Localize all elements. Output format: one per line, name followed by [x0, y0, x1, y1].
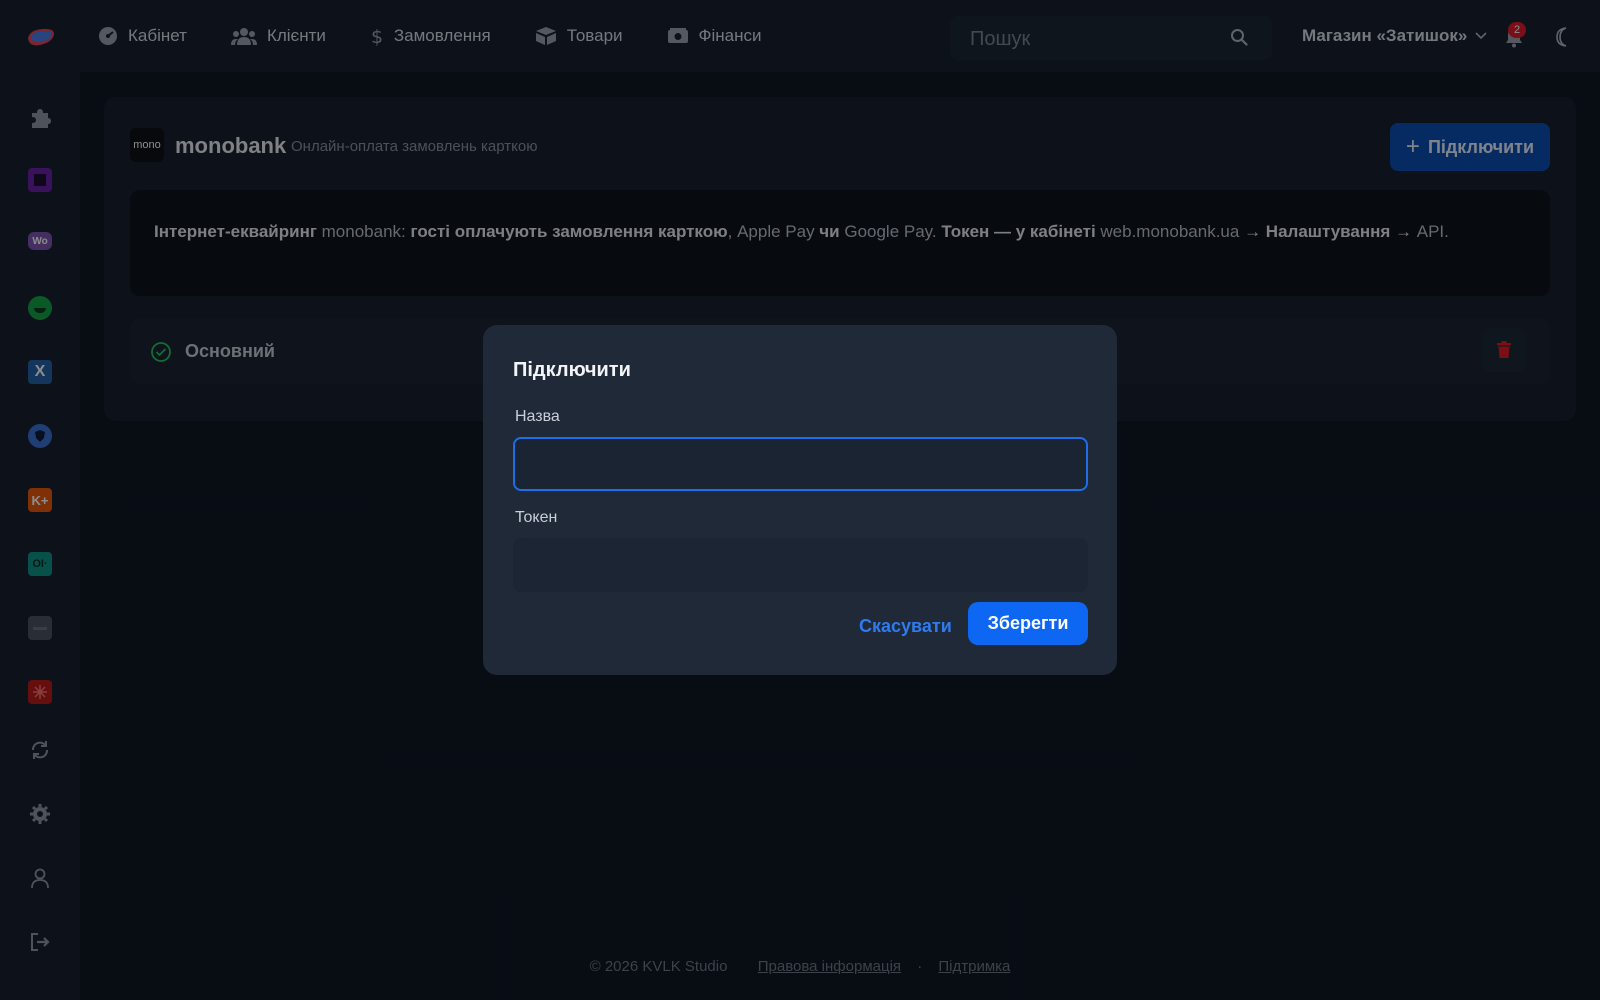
token-input[interactable]: [513, 538, 1088, 592]
token-label: Токен: [515, 509, 558, 526]
modal-title: Підключити: [513, 359, 631, 381]
name-input[interactable]: [513, 437, 1088, 491]
name-label: Назва: [515, 408, 560, 425]
cancel-button[interactable]: Скасувати: [853, 615, 958, 638]
connect-modal: Підключити Назва Токен Скасувати Зберегт…: [483, 325, 1117, 675]
save-button[interactable]: Зберегти: [968, 602, 1088, 645]
